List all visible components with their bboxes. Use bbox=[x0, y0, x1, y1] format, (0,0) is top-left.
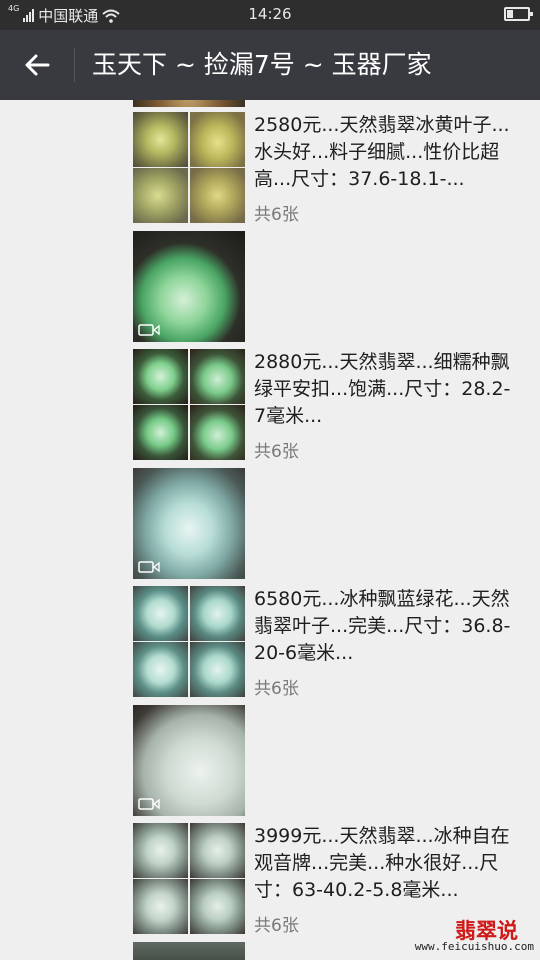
post-text[interactable]: 6580元...冰种飘蓝绿花...天然翡翠叶子...完美...尺寸：36.8-2… bbox=[254, 586, 516, 667]
post-thumbnail[interactable] bbox=[133, 168, 188, 223]
title-bar: 玉天下 ~ 捡漏7号 ~ 玉器厂家 bbox=[0, 30, 540, 100]
post-text[interactable]: 2880元...天然翡翠...细糯种飘绿平安扣...饱满...尺寸：28.2-7… bbox=[254, 349, 516, 430]
video-icon bbox=[138, 798, 160, 810]
post-image[interactable] bbox=[133, 100, 245, 107]
post-text[interactable]: 2580元...天然翡翠冰黄叶子...水头好...料子细腻...性价比超高...… bbox=[254, 112, 516, 193]
post-image[interactable] bbox=[133, 942, 245, 960]
moments-feed[interactable]: 2580元...天然翡翠冰黄叶子...水头好...料子细腻...性价比超高...… bbox=[0, 100, 540, 960]
post-thumbnail[interactable] bbox=[190, 879, 245, 934]
post-thumbnail[interactable] bbox=[190, 823, 245, 878]
image-grid[interactable] bbox=[133, 112, 245, 223]
image-grid[interactable] bbox=[133, 349, 245, 460]
battery-icon bbox=[504, 7, 533, 21]
watermark-url: www.feicuishuo.com bbox=[414, 940, 534, 953]
post-thumbnail[interactable] bbox=[190, 586, 245, 641]
post-thumbnail[interactable] bbox=[190, 642, 245, 697]
post-thumbnail[interactable] bbox=[190, 168, 245, 223]
video-icon bbox=[138, 561, 160, 573]
video-thumbnail[interactable] bbox=[133, 468, 245, 579]
post-thumbnail[interactable] bbox=[133, 349, 188, 404]
image-count: 共6张 bbox=[254, 679, 299, 699]
post-thumbnail[interactable] bbox=[133, 823, 188, 878]
video-icon bbox=[138, 324, 160, 336]
post-thumbnail[interactable] bbox=[133, 112, 188, 167]
video-thumbnail[interactable] bbox=[133, 705, 245, 816]
post-text[interactable]: 3999元...天然翡翠...冰种自在观音牌...完美...种水很好...尺寸：… bbox=[254, 823, 516, 904]
page-title: 玉天下 ~ 捡漏7号 ~ 玉器厂家 bbox=[92, 50, 432, 79]
post-thumbnail[interactable] bbox=[190, 112, 245, 167]
post-thumbnail[interactable] bbox=[133, 405, 188, 460]
post-thumbnail[interactable] bbox=[133, 642, 188, 697]
clock: 14:26 bbox=[248, 5, 292, 23]
back-button[interactable] bbox=[0, 30, 74, 100]
image-grid[interactable] bbox=[133, 586, 245, 697]
image-count: 共6张 bbox=[254, 205, 299, 225]
back-arrow-icon bbox=[25, 54, 50, 76]
image-count: 共6张 bbox=[254, 916, 299, 936]
image-grid[interactable] bbox=[133, 823, 245, 934]
post-thumbnail[interactable] bbox=[190, 349, 245, 404]
video-thumbnail[interactable] bbox=[133, 231, 245, 342]
post-thumbnail[interactable] bbox=[190, 405, 245, 460]
image-count: 共6张 bbox=[254, 442, 299, 462]
post-thumbnail[interactable] bbox=[133, 586, 188, 641]
status-bar: 4G 中国联通 14:26 bbox=[0, 0, 540, 30]
post-thumbnail[interactable] bbox=[133, 879, 188, 934]
title-divider bbox=[74, 48, 75, 82]
